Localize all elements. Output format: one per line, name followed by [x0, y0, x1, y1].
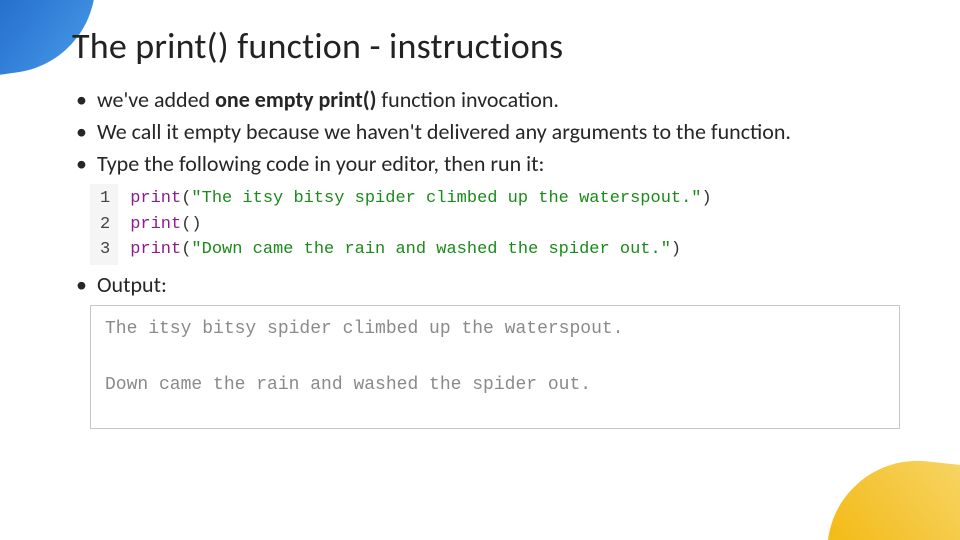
lineno-1: 1: [100, 186, 110, 212]
bullet-list-2: Output:: [72, 271, 888, 299]
bullet-2: We call it empty because we haven't deli…: [76, 118, 888, 146]
code-block: 1 2 3 print("The itsy bitsy spider climb…: [90, 184, 888, 265]
token-paren-open: (: [181, 215, 191, 234]
code-line-3: print("Down came the rain and washed the…: [130, 237, 712, 263]
token-fn: print: [130, 189, 181, 208]
bullet-1-post: function invocation.: [376, 86, 559, 113]
token-paren-open: (: [181, 189, 191, 208]
output-box: The itsy bitsy spider climbed up the wat…: [90, 305, 900, 429]
bullet-output: Output:: [76, 271, 888, 299]
bullet-1-pre: we've added: [97, 86, 215, 113]
token-str-3: "Down came the rain and washed the spide…: [191, 240, 670, 259]
bullet-1: we've added one empty print() function i…: [76, 86, 888, 114]
slide-content: The print() function - instructions we'v…: [0, 0, 960, 429]
bullet-3: Type the following code in your editor, …: [76, 150, 888, 178]
token-fn: print: [130, 240, 181, 259]
corner-accent-bottom-right: [824, 452, 960, 540]
token-paren-close: ): [702, 189, 712, 208]
code-body: print("The itsy bitsy spider climbed up …: [118, 184, 712, 265]
code-line-1: print("The itsy bitsy spider climbed up …: [130, 186, 712, 212]
lineno-2: 2: [100, 212, 110, 238]
token-str-1: "The itsy bitsy spider climbed up the wa…: [191, 189, 701, 208]
token-paren-close: ): [671, 240, 681, 259]
bullet-list: we've added one empty print() function i…: [72, 86, 888, 178]
token-paren-close: ): [191, 215, 201, 234]
code-line-2: print(): [130, 212, 712, 238]
bullet-1-bold: one empty print(): [215, 86, 376, 113]
lineno-3: 3: [100, 237, 110, 263]
token-fn: print: [130, 215, 181, 234]
slide-title: The print() function - instructions: [72, 24, 888, 68]
token-paren-open: (: [181, 240, 191, 259]
code-gutter: 1 2 3: [90, 184, 118, 265]
